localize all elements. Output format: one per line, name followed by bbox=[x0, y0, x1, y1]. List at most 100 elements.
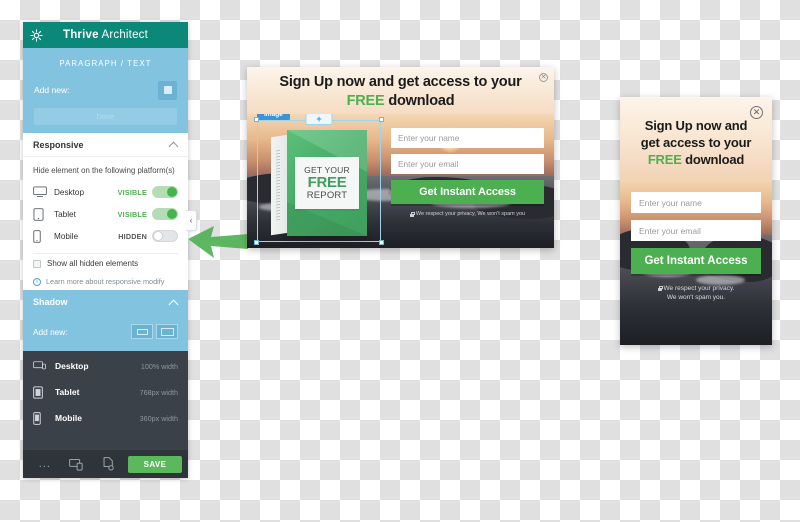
toggle-knob bbox=[167, 209, 177, 219]
mobile-icon bbox=[33, 411, 49, 425]
lock-icon bbox=[409, 211, 415, 217]
add-new-section: Add new: Done bbox=[23, 77, 188, 133]
responsive-device-label: Tablet bbox=[54, 209, 76, 219]
box-spine bbox=[271, 134, 288, 236]
responsive-row-tablet: Tablet VISIBLE bbox=[33, 204, 178, 224]
box-cover-label: GET YOUR FREE REPORT bbox=[295, 157, 359, 209]
popup-mobile-title-free: FREE bbox=[647, 152, 682, 167]
show-hidden-label: Show all hidden elements bbox=[47, 259, 139, 268]
toggle-knob bbox=[153, 231, 163, 241]
shadow-section-header[interactable]: Shadow bbox=[23, 290, 188, 314]
shadow-section-body: Add new: bbox=[23, 314, 188, 351]
add-new-icon bbox=[163, 86, 172, 94]
device-list-width: 360px width bbox=[139, 413, 178, 423]
popup-mobile-title-l1: Sign Up now and bbox=[644, 118, 748, 133]
add-new-label: Add new: bbox=[34, 85, 70, 95]
responsive-section-header[interactable]: Responsive bbox=[23, 133, 188, 157]
product-box-image: GET YOUR FREE REPORT bbox=[271, 130, 373, 241]
privacy-text: We respect your privacy, We won't spam y… bbox=[415, 211, 526, 217]
shadow-preset-outer-button[interactable] bbox=[156, 324, 178, 339]
device-list-width: 768px width bbox=[139, 387, 178, 397]
popup-title-line1: Sign Up now and get access to your bbox=[279, 74, 522, 90]
app-title-light: Architect bbox=[101, 29, 149, 41]
name-input[interactable]: Enter your name bbox=[631, 192, 761, 213]
popup-title-free: FREE bbox=[346, 93, 385, 109]
resize-handle[interactable] bbox=[379, 117, 384, 122]
element-type-label: PARAGRAPH / TEXT bbox=[23, 48, 188, 77]
device-list-item-mobile[interactable]: Mobile 360px width bbox=[23, 405, 188, 431]
chevron-up-icon[interactable] bbox=[169, 140, 178, 149]
responsive-section-title: Responsive bbox=[33, 139, 84, 150]
more-options-button[interactable]: ... bbox=[29, 459, 61, 470]
resize-handle[interactable] bbox=[254, 117, 259, 122]
popup-mobile-header: Sign Up now and get access to your FREE … bbox=[620, 97, 772, 179]
close-icon[interactable]: ✕ bbox=[750, 106, 763, 119]
name-input[interactable]: Enter your name bbox=[391, 128, 544, 148]
chevron-up-icon[interactable] bbox=[169, 298, 178, 307]
shadow-preset-inner-button[interactable] bbox=[131, 324, 153, 339]
device-list-item-tablet[interactable]: Tablet 768px width bbox=[23, 379, 188, 405]
add-element-button[interactable]: + bbox=[305, 114, 333, 125]
responsive-preview-icon bbox=[69, 458, 83, 471]
popup-mobile-title-l2: get access to your bbox=[640, 135, 752, 150]
box-line-2: FREE bbox=[307, 174, 347, 191]
learn-more-row[interactable]: i Learn more about responsive modify bbox=[33, 273, 178, 290]
shadow-section-title: Shadow bbox=[33, 297, 68, 307]
responsive-preview-button[interactable] bbox=[61, 458, 93, 471]
mobile-icon bbox=[33, 229, 49, 243]
app-title-bold: Thrive bbox=[62, 29, 99, 41]
shadow-outer-icon bbox=[160, 327, 174, 336]
shadow-add-new-label: Add new: bbox=[33, 326, 68, 337]
popup-mobile-title-l3-rest: download bbox=[681, 152, 745, 167]
privacy-text-line1: We respect your privacy. bbox=[663, 285, 735, 292]
box-line-3: REPORT bbox=[306, 190, 348, 201]
shadow-inner-icon bbox=[136, 328, 148, 335]
image-element-selected[interactable]: Image + GET YOUR FREE REPORT bbox=[254, 114, 384, 245]
email-input[interactable]: Enter your email bbox=[631, 220, 761, 241]
thrive-architect-editor-panel: Thrive Architect PARAGRAPH / TEXT Add ne… bbox=[23, 22, 188, 478]
optin-form-desktop: Enter your name Enter your email Get Ins… bbox=[391, 128, 544, 217]
box-spine-text bbox=[276, 149, 280, 221]
responsive-toggle-tablet[interactable] bbox=[152, 208, 178, 220]
add-new-button[interactable] bbox=[158, 80, 177, 100]
get-instant-access-button[interactable]: Get Instant Access bbox=[631, 248, 761, 274]
responsive-state-mobile: HIDDEN bbox=[118, 231, 147, 241]
device-list-label: Desktop bbox=[55, 361, 89, 371]
popup-mobile-title: Sign Up now and get access to your FREE … bbox=[632, 117, 760, 168]
editor-titlebar: Thrive Architect bbox=[23, 22, 188, 48]
show-hidden-elements-row[interactable]: Show all hidden elements bbox=[33, 254, 178, 273]
responsive-row-desktop: Desktop VISIBLE bbox=[33, 182, 178, 202]
editor-bottom-bar: ... SAVE bbox=[23, 450, 188, 478]
popup-title-line2-rest: download bbox=[384, 93, 455, 109]
add-new-done-button[interactable]: Done bbox=[34, 108, 177, 125]
responsive-device-label: Mobile bbox=[54, 231, 79, 241]
save-button[interactable]: SAVE bbox=[128, 455, 183, 473]
green-arrow-annotation bbox=[188, 225, 250, 264]
popup-desktop-body: Image + GET YOUR FREE REPORT Enter your bbox=[247, 114, 554, 248]
device-list-label: Mobile bbox=[55, 413, 82, 423]
privacy-text-line2: We won't spam you. bbox=[666, 294, 726, 301]
device-preview-list: Desktop 100% width Tablet 768px width Mo… bbox=[23, 351, 188, 450]
responsive-hint: Hide element on the following platform(s… bbox=[33, 166, 175, 175]
toggle-knob bbox=[167, 187, 177, 197]
close-icon[interactable]: ✕ bbox=[539, 73, 548, 82]
device-list-width: 100% width bbox=[140, 361, 178, 371]
get-instant-access-button[interactable]: Get Instant Access bbox=[391, 180, 544, 204]
email-input[interactable]: Enter your email bbox=[391, 154, 544, 174]
device-list-item-desktop[interactable]: Desktop 100% width bbox=[23, 353, 188, 379]
learn-more-link[interactable]: Learn more about responsive modify bbox=[41, 277, 164, 286]
tablet-icon bbox=[33, 385, 49, 399]
page-settings-button[interactable] bbox=[92, 457, 124, 471]
responsive-device-label: Desktop bbox=[54, 187, 85, 197]
responsive-toggle-desktop[interactable] bbox=[152, 186, 178, 198]
info-icon: i bbox=[33, 277, 41, 286]
show-hidden-checkbox[interactable] bbox=[33, 259, 41, 268]
popup-mobile-body: Enter your name Enter your email Get Ins… bbox=[620, 179, 772, 345]
lock-icon bbox=[657, 286, 663, 291]
privacy-note: We respect your privacy. We won't spam y… bbox=[631, 284, 761, 302]
page-title: Thrive Architect bbox=[23, 29, 188, 41]
resize-handle[interactable] bbox=[254, 240, 259, 245]
resize-handle[interactable] bbox=[379, 240, 384, 245]
responsive-toggle-mobile[interactable] bbox=[152, 230, 178, 242]
responsive-section-body: Hide element on the following platform(s… bbox=[23, 157, 188, 290]
